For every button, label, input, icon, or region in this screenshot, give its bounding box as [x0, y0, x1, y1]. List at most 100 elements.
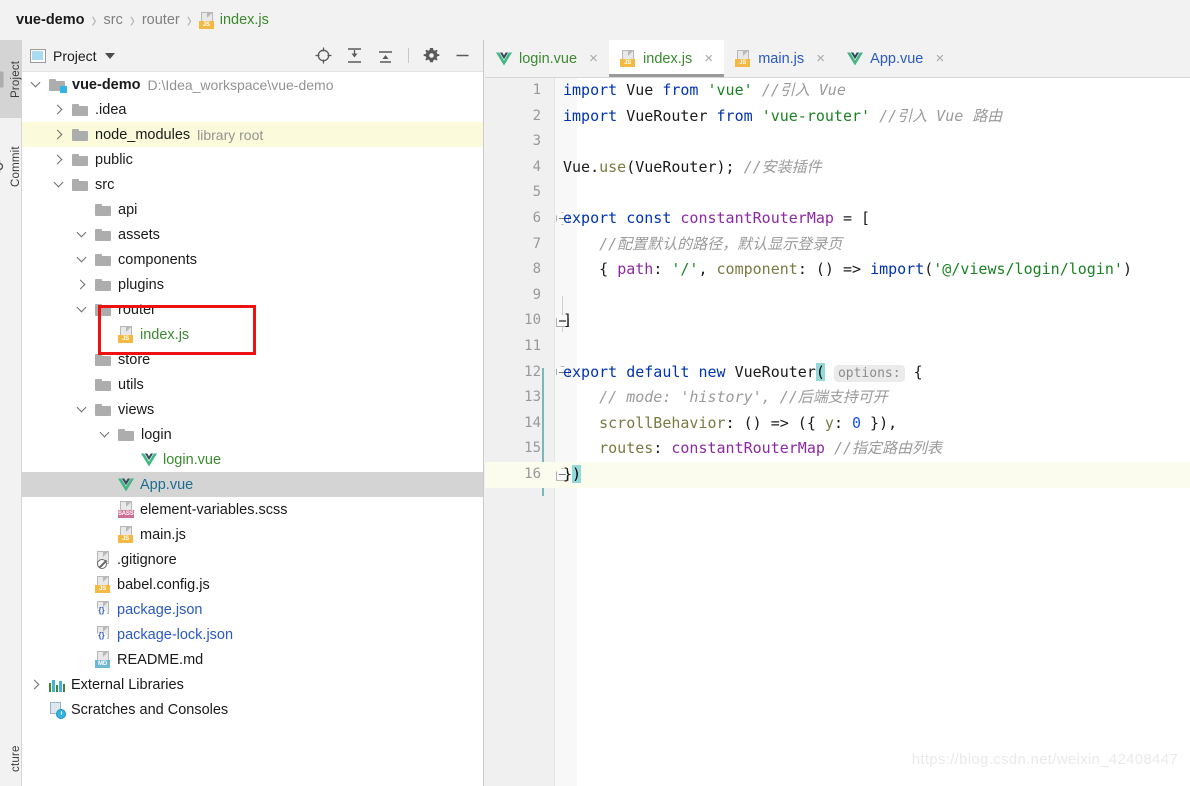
- breadcrumb-item-src[interactable]: src: [104, 12, 123, 28]
- tree-row[interactable]: {} package.json: [22, 597, 483, 622]
- collapse-all-icon[interactable]: [377, 47, 394, 64]
- tool-tab-label: Commit: [10, 146, 22, 188]
- code-line[interactable]: 7 //配置默认的路径，默认显示登录页: [485, 232, 1190, 258]
- chevron-right-icon[interactable]: [76, 279, 87, 290]
- close-icon[interactable]: ×: [702, 50, 715, 67]
- editor-tab[interactable]: JS index.js ×: [609, 40, 725, 77]
- line-number: 6: [532, 209, 541, 226]
- tree-row[interactable]: Scratches and Consoles: [22, 697, 483, 722]
- tree-row[interactable]: .gitignore: [22, 547, 483, 572]
- code-line[interactable]: 11: [485, 334, 1190, 360]
- code-line[interactable]: 8 { path: '/', component: () => import('…: [485, 257, 1190, 283]
- tree-row[interactable]: External Libraries: [22, 672, 483, 697]
- tree-row[interactable]: router: [22, 297, 483, 322]
- tree-row[interactable]: MD README.md: [22, 647, 483, 672]
- chevron-right-icon[interactable]: [30, 679, 41, 690]
- code-line[interactable]: 16}): [485, 461, 1190, 488]
- chevron-right-icon[interactable]: [53, 129, 64, 140]
- chevron-down-icon[interactable]: [76, 304, 87, 315]
- tree-row[interactable]: SASS element-variables.scss: [22, 497, 483, 522]
- expand-all-icon[interactable]: [346, 47, 363, 64]
- code-line[interactable]: 13 // mode: 'history', //后端支持可开: [485, 385, 1190, 411]
- chevron-down-icon[interactable]: [104, 52, 115, 59]
- editor-tab[interactable]: login.vue ×: [485, 40, 609, 77]
- settings-gear-icon[interactable]: [423, 47, 440, 64]
- tree-row[interactable]: node_modules library root: [22, 122, 483, 147]
- tree-row[interactable]: components: [22, 247, 483, 272]
- tree-row[interactable]: .idea: [22, 97, 483, 122]
- tree-row[interactable]: plugins: [22, 272, 483, 297]
- code-line[interactable]: 6 export const constantRouterMap = [: [485, 206, 1190, 232]
- code-line[interactable]: 4 Vue.use(VueRouter); //安装插件: [485, 155, 1190, 181]
- code-line[interactable]: 14 scrollBehavior: () => ({ y: 0 }),: [485, 411, 1190, 437]
- tree-item-label: babel.config.js: [117, 576, 210, 593]
- chevron-down-icon[interactable]: [30, 79, 41, 90]
- chevron-right-icon[interactable]: [53, 104, 64, 115]
- breadcrumb-item-index-js[interactable]: index.js: [220, 12, 269, 28]
- tree-item-label: api: [118, 201, 138, 218]
- line-number: 8: [532, 261, 541, 278]
- code-line[interactable]: 9: [485, 283, 1190, 309]
- folder-icon: [72, 128, 89, 142]
- code-text: Vue.use(VueRouter); //安装插件: [563, 157, 822, 176]
- code-line[interactable]: 12 export default new VueRouter( options:…: [485, 360, 1190, 386]
- code-text: export const constantRouterMap = [: [563, 208, 871, 227]
- chevron-down-icon[interactable]: [76, 229, 87, 240]
- tree-row[interactable]: JS index.js: [22, 322, 483, 347]
- folder-icon: [72, 103, 89, 117]
- breadcrumb-separator: ›: [129, 7, 135, 33]
- tool-tab-label: Project: [10, 60, 22, 98]
- tree-row[interactable]: JS main.js: [22, 522, 483, 547]
- tree-item-subtitle: library root: [197, 126, 264, 143]
- code-line[interactable]: 10]: [485, 308, 1190, 334]
- breadcrumb-item-router[interactable]: router: [142, 12, 180, 28]
- tree-row[interactable]: App.vue: [22, 472, 483, 497]
- code-line[interactable]: 1 import Vue from 'vue' //引入 Vue: [485, 78, 1190, 104]
- scratches-icon: [49, 701, 66, 719]
- project-tree[interactable]: vue-demo D:\Idea_workspace\vue-demo .idea n…: [22, 72, 483, 786]
- toolbar-divider: [408, 48, 409, 63]
- sidebar-tab-project[interactable]: Project: [0, 40, 22, 118]
- tree-row[interactable]: api: [22, 197, 483, 222]
- chevron-down-icon[interactable]: [76, 254, 87, 265]
- tree-row[interactable]: assets: [22, 222, 483, 247]
- js-file-icon: JS: [118, 326, 134, 343]
- tree-row[interactable]: JS babel.config.js: [22, 572, 483, 597]
- tree-row[interactable]: login: [22, 422, 483, 447]
- code-lines[interactable]: 1 import Vue from 'vue' //引入 Vue 2 import V…: [485, 78, 1190, 786]
- code-line[interactable]: 2 import VueRouter from 'vue-router' //引入…: [485, 104, 1190, 130]
- tree-row[interactable]: {} package-lock.json: [22, 622, 483, 647]
- select-opened-file-icon[interactable]: [315, 47, 332, 64]
- tree-row[interactable]: public: [22, 147, 483, 172]
- chevron-down-icon[interactable]: [53, 179, 64, 190]
- editor-tab[interactable]: App.vue ×: [836, 40, 955, 77]
- tree-row[interactable]: utils: [22, 372, 483, 397]
- hide-icon[interactable]: [454, 47, 471, 64]
- close-icon[interactable]: ×: [933, 50, 946, 67]
- code-line[interactable]: 3: [485, 129, 1190, 155]
- chevron-right-icon[interactable]: [53, 154, 64, 165]
- chevron-down-icon[interactable]: [76, 404, 87, 415]
- tree-row[interactable]: src: [22, 172, 483, 197]
- code-editor[interactable]: 1 import Vue from 'vue' //引入 Vue 2 import V…: [485, 78, 1190, 786]
- close-icon[interactable]: ×: [814, 50, 827, 67]
- tree-row[interactable]: store: [22, 347, 483, 372]
- sidebar-tab-structure[interactable]: cture: [0, 732, 22, 786]
- tree-row[interactable]: views: [22, 397, 483, 422]
- line-number: 4: [532, 158, 541, 175]
- breadcrumb-item-project[interactable]: vue-demo: [16, 12, 85, 28]
- editor-tab[interactable]: JS main.js ×: [724, 40, 836, 77]
- tree-row[interactable]: vue-demo D:\Idea_workspace\vue-demo: [22, 72, 483, 97]
- code-line[interactable]: 15 routes: constantRouterMap //指定路由列表: [485, 436, 1190, 462]
- chevron-down-icon[interactable]: [99, 429, 110, 440]
- code-line[interactable]: 5: [485, 180, 1190, 206]
- vue-file-icon: [141, 453, 157, 467]
- editor-tab-bar[interactable]: login.vue × JS index.js × JS main.js × App.vue ×: [485, 40, 1190, 78]
- close-icon[interactable]: ×: [587, 50, 600, 67]
- sidebar-tab-commit[interactable]: Commit: [0, 126, 22, 208]
- tree-row[interactable]: login.vue: [22, 447, 483, 472]
